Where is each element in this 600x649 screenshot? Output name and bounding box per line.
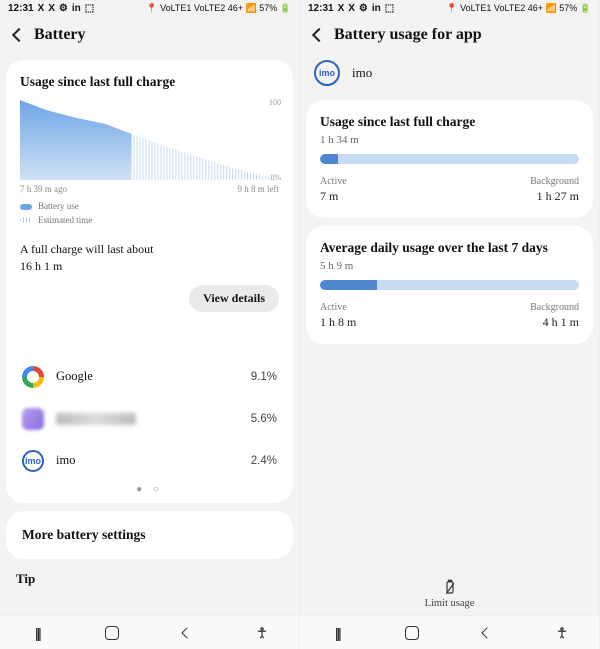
view-details-button[interactable]: View details	[189, 285, 279, 312]
card-title: Usage since last full charge	[320, 114, 579, 130]
imo-icon: imo	[22, 450, 44, 472]
chart-right-label: 9 h 8 m left	[238, 184, 280, 194]
usage-since-charge-card: Usage since last full charge 1 h 34 m Ac…	[306, 100, 593, 218]
tip-row[interactable]: Tip	[0, 567, 299, 587]
redacted-icon	[22, 408, 44, 430]
usage-stats: Active 7 m Background 1 h 27 m	[320, 176, 579, 204]
app-list: Google 9.1% 5.6% imo imo 2.4% ● ○	[20, 312, 279, 495]
imo-icon: imo	[314, 60, 340, 86]
home-button[interactable]	[98, 624, 126, 642]
legend-battery-icon	[20, 204, 32, 210]
axis-max: 100	[269, 98, 281, 107]
usage-card: Usage since last full charge 100 0%	[6, 60, 293, 503]
app-name: Google	[56, 369, 93, 384]
active-label: Active	[320, 302, 356, 313]
status-time: 12:31	[8, 3, 34, 14]
back-button[interactable]	[473, 624, 501, 642]
status-left: 12:31 X X ⚙ in ⬚	[8, 3, 94, 14]
app-pct: 9.1%	[251, 371, 277, 383]
app-header: imo imo	[300, 52, 599, 92]
back-icon[interactable]	[312, 28, 326, 42]
title-bar: Battery	[0, 16, 299, 52]
page-title: Battery	[34, 26, 86, 44]
usage-bar	[320, 280, 579, 290]
more-battery-settings[interactable]: More battery settings	[6, 511, 293, 559]
limit-icon	[441, 578, 459, 596]
nav-bar: |||	[0, 615, 299, 649]
app-name-redacted	[56, 413, 136, 425]
active-label: Active	[320, 176, 347, 187]
status-app-icons: X	[38, 3, 45, 14]
google-icon	[22, 366, 44, 388]
avg-daily-usage-card: Average daily usage over the last 7 days…	[306, 226, 593, 344]
legend-estimate-icon	[20, 217, 32, 223]
battery-chart: 100 0%	[20, 100, 279, 180]
status-bar: 12:31 X X ⚙ in ⬚ 📍 VoLTE1 VoLTE2 46+ 📶 5…	[300, 0, 599, 16]
background-label: Background	[530, 176, 579, 187]
app-name: imo	[352, 65, 372, 81]
usage-bar-fill	[320, 280, 377, 290]
recents-button[interactable]: |||	[323, 624, 351, 642]
app-row-redacted[interactable]: 5.6%	[20, 398, 279, 440]
chart-left-label: 7 h 39 m ago	[20, 184, 67, 194]
active-value: 1 h 8 m	[320, 315, 356, 330]
card-sub: 1 h 34 m	[320, 134, 579, 146]
accessibility-button[interactable]	[248, 624, 276, 642]
usage-stats: Active 1 h 8 m Background 4 h 1 m	[320, 302, 579, 330]
card-title: Average daily usage over the last 7 days	[320, 240, 579, 256]
usage-card-title: Usage since last full charge	[20, 74, 279, 90]
active-value: 7 m	[320, 189, 347, 204]
app-name: imo	[56, 453, 75, 468]
battery-overview-screen: 12:31 X X ⚙ in ⬚ 📍 VoLTE1 VoLTE2 46+ 📶 5…	[0, 0, 300, 649]
app-pct: 5.6%	[251, 413, 277, 425]
chart-x-labels: 7 h 39 m ago 9 h 8 m left	[20, 184, 279, 194]
page-indicator: ● ○	[20, 484, 279, 495]
background-label: Background	[530, 302, 579, 313]
app-row-imo[interactable]: imo imo 2.4%	[20, 440, 279, 482]
page-title: Battery usage for app	[334, 26, 482, 44]
axis-min: 0%	[270, 173, 281, 182]
full-charge-note: A full charge will last about 16 h 1 m	[20, 241, 279, 275]
card-sub: 5 h 9 m	[320, 260, 579, 272]
limit-usage-button[interactable]: Limit usage	[300, 578, 599, 609]
usage-bar	[320, 154, 579, 164]
home-button[interactable]	[398, 624, 426, 642]
usage-bar-fill	[320, 154, 338, 164]
app-row-google[interactable]: Google 9.1%	[20, 356, 279, 398]
recents-button[interactable]: |||	[23, 624, 51, 642]
title-bar: Battery usage for app	[300, 16, 599, 52]
background-value: 1 h 27 m	[530, 189, 579, 204]
status-right: 📍 VoLTE1 VoLTE2 46+ 📶 57% 🔋	[146, 3, 291, 14]
status-bar: 12:31 X X ⚙ in ⬚ 📍 VoLTE1 VoLTE2 46+ 📶 5…	[0, 0, 299, 16]
back-button[interactable]	[173, 624, 201, 642]
app-pct: 2.4%	[251, 455, 277, 467]
background-value: 4 h 1 m	[530, 315, 579, 330]
chart-legend: Battery use Estimated time	[20, 200, 279, 227]
battery-app-detail-screen: 12:31 X X ⚙ in ⬚ 📍 VoLTE1 VoLTE2 46+ 📶 5…	[300, 0, 600, 649]
back-icon[interactable]	[12, 28, 26, 42]
nav-bar: |||	[300, 615, 599, 649]
accessibility-button[interactable]	[548, 624, 576, 642]
